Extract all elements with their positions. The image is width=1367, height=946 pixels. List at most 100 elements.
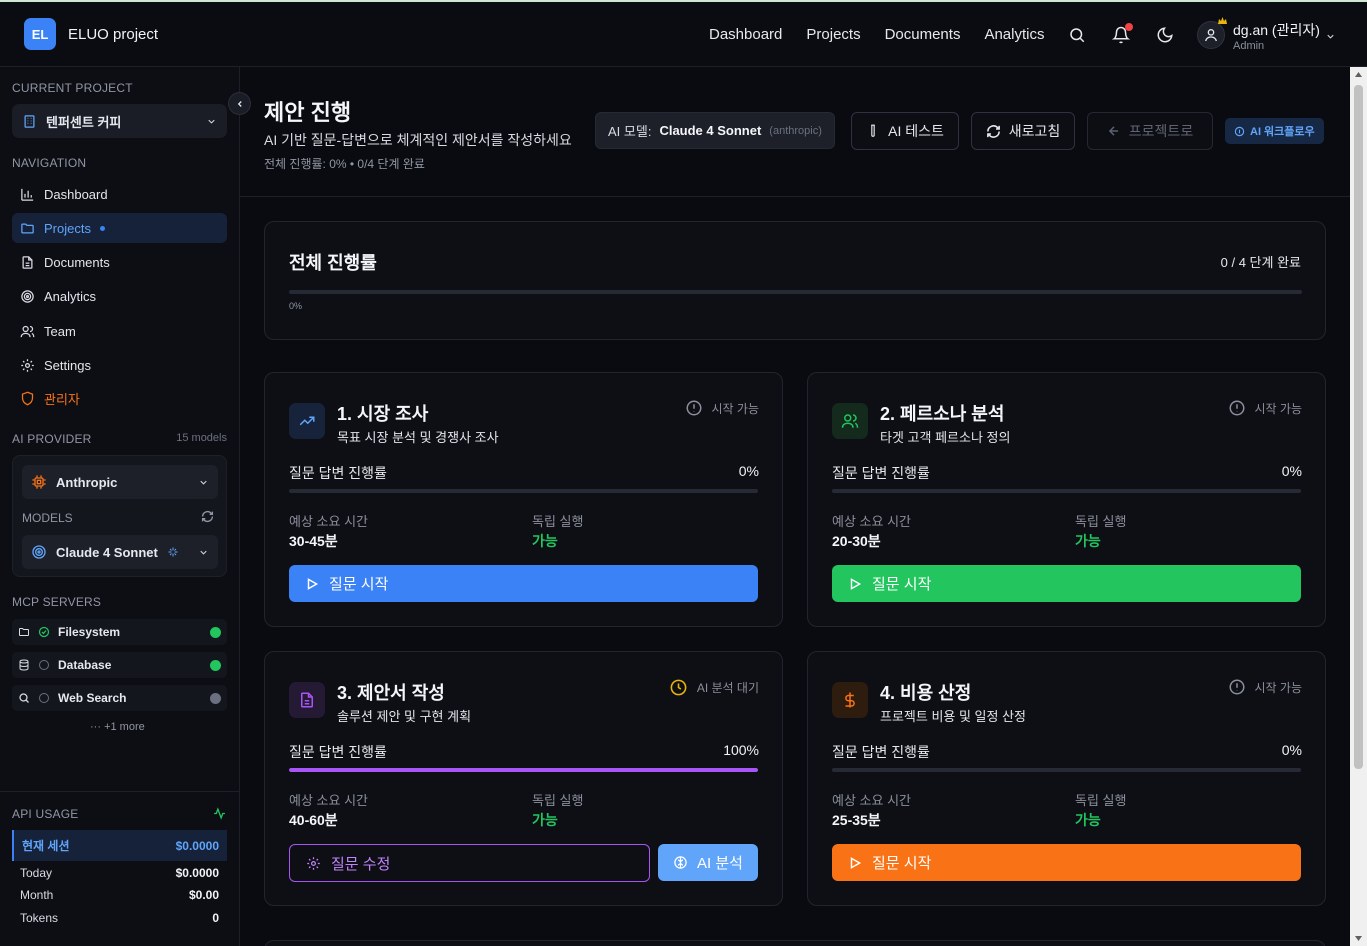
start-questions-button[interactable]: 질문 시작 xyxy=(289,565,758,602)
model-name: Claude 4 Sonnet xyxy=(56,544,158,560)
usage-tokens: Tokens 0 xyxy=(12,907,227,929)
ai-model-pill: AI 모델: Claude 4 Sonnet (anthropic) xyxy=(595,112,835,149)
model-select[interactable]: Claude 4 Sonnet xyxy=(22,535,218,569)
usage-label: Today xyxy=(20,866,53,880)
app-logo[interactable]: EL xyxy=(24,18,56,50)
status-label: 시작 가능 xyxy=(711,401,760,416)
sidebar-item-dashboard[interactable]: Dashboard xyxy=(12,179,227,209)
button-label: 질문 시작 xyxy=(872,855,932,872)
model-value: Claude 4 Sonnet xyxy=(659,123,762,138)
more-label: +1 more xyxy=(104,721,145,733)
sidebar-item-settings[interactable]: Settings xyxy=(12,350,227,380)
scroll-up-arrow-icon[interactable] xyxy=(1355,72,1362,77)
mcp-server-name: Database xyxy=(58,658,112,672)
usage-label: 현재 세션 xyxy=(22,839,70,853)
models-label: MODELS xyxy=(22,511,73,525)
search-icon[interactable] xyxy=(1068,26,1086,44)
play-icon xyxy=(850,856,862,869)
scrollbar-thumb[interactable] xyxy=(1354,85,1363,769)
collapse-sidebar-button[interactable] xyxy=(228,92,251,115)
topnav-documents[interactable]: Documents xyxy=(885,26,961,43)
qa-progress-fill xyxy=(289,768,758,772)
sidebar-item-label: Documents xyxy=(44,254,110,270)
provider-select[interactable]: Anthropic xyxy=(22,465,218,499)
step-description: 타겟 고객 페르소나 정의 xyxy=(880,430,1011,445)
usage-today: Today $0.0000 xyxy=(12,862,227,884)
alert-circle-icon xyxy=(1229,679,1244,695)
step-status: AI 분석 대기 xyxy=(669,678,759,697)
refresh-icon xyxy=(986,124,1000,138)
user-avatar[interactable] xyxy=(1197,21,1225,49)
app-title[interactable]: ELUO project xyxy=(68,26,158,43)
topnav-dashboard[interactable]: Dashboard xyxy=(709,26,782,43)
usage-label: Tokens xyxy=(20,911,59,925)
mcp-server-database[interactable]: Database xyxy=(12,652,227,678)
qa-progress-track xyxy=(832,489,1301,493)
provider-name: Anthropic xyxy=(56,474,118,490)
mcp-server-name: Filesystem xyxy=(58,625,121,639)
alert-circle-icon xyxy=(1229,400,1244,416)
mcp-servers-label: MCP SERVERS xyxy=(12,595,102,609)
step-card-persona: 2. 페르소나 분석 타겟 고객 페르소나 정의 시작 가능 질문 답변 진행률… xyxy=(807,372,1326,627)
project-name: 텐퍼센트 커피 xyxy=(46,114,122,130)
model-key: AI 모델: xyxy=(608,124,652,139)
mcp-more-link[interactable]: ··· +1 more xyxy=(90,721,145,733)
clock-icon xyxy=(670,679,687,696)
project-selector[interactable]: 텐퍼센트 커피 xyxy=(12,104,227,138)
overall-progress-track xyxy=(289,290,1302,294)
scroll-down-arrow-icon[interactable] xyxy=(1355,936,1362,941)
scrollbar[interactable] xyxy=(1350,67,1367,946)
empty-circle-icon xyxy=(39,693,49,703)
more-dots-icon: ··· xyxy=(90,721,101,733)
est-time-label: 예상 소요 시간 xyxy=(289,514,368,529)
step-title: 1. 시장 조사 xyxy=(337,404,429,424)
page-subtitle: AI 기반 질문-답변으로 체계적인 제안서를 작성하세요 xyxy=(264,132,572,148)
step-status: 시작 가능 xyxy=(685,399,760,417)
users-icon xyxy=(20,325,35,337)
sidebar-item-label: 관리자 xyxy=(44,391,80,407)
sidebar-item-admin[interactable]: 관리자 xyxy=(12,383,227,413)
qa-progress-percent: 0% xyxy=(738,463,759,479)
user-name[interactable]: dg.an (관리자) xyxy=(1233,20,1320,40)
ai-workflow-button[interactable]: AI 워크플로우 xyxy=(1225,118,1324,144)
topnav-analytics[interactable]: Analytics xyxy=(984,26,1044,43)
chevron-down-icon[interactable] xyxy=(1325,31,1336,42)
sidebar-item-documents[interactable]: Documents xyxy=(12,247,227,277)
back-to-projects-button[interactable]: 프로젝트로 xyxy=(1087,112,1213,150)
independent-value: 가능 xyxy=(532,533,558,549)
sidebar-item-team[interactable]: Team xyxy=(12,316,227,346)
ai-analysis-button[interactable]: AI 분석 xyxy=(658,844,758,881)
ai-test-button[interactable]: AI 테스트 xyxy=(851,112,959,150)
start-questions-button[interactable]: 질문 시작 xyxy=(832,844,1301,881)
edit-questions-button[interactable]: 질문 수정 xyxy=(289,844,650,882)
chevron-down-icon xyxy=(200,550,207,555)
moon-icon[interactable] xyxy=(1156,26,1174,44)
status-label: AI 분석 대기 xyxy=(696,681,759,695)
button-label: AI 테스트 xyxy=(888,123,944,139)
top-bar: EL ELUO project Dashboard Projects Docum… xyxy=(0,0,1367,67)
est-time-label: 예상 소요 시간 xyxy=(832,793,911,808)
sidebar-item-analytics[interactable]: Analytics xyxy=(12,281,227,311)
alert-circle-icon xyxy=(686,400,701,416)
qa-progress-percent: 0% xyxy=(1281,463,1302,479)
mcp-server-filesystem[interactable]: Filesystem xyxy=(12,619,227,645)
overall-title: 전체 진행률 xyxy=(289,253,377,273)
sidebar-item-projects[interactable]: Projects xyxy=(12,213,227,243)
info-circle-icon xyxy=(1234,126,1245,136)
overall-summary: 0 / 4 단계 완료 xyxy=(1220,255,1301,270)
usage-value: $0.0000 xyxy=(175,838,219,853)
test-tube-icon xyxy=(871,124,875,137)
qa-progress-percent: 100% xyxy=(723,742,759,758)
trending-up-icon xyxy=(289,403,325,439)
usage-value: 0 xyxy=(212,911,219,925)
refresh-button[interactable]: 새로고침 xyxy=(971,112,1075,150)
chevron-left-icon xyxy=(237,100,242,107)
start-questions-button[interactable]: 질문 시작 xyxy=(832,565,1301,602)
refresh-icon[interactable] xyxy=(201,510,214,523)
button-label: 질문 수정 xyxy=(331,855,391,873)
page-title: 제안 진행 xyxy=(264,100,352,125)
document-icon xyxy=(289,682,325,718)
topnav-projects[interactable]: Projects xyxy=(806,26,860,43)
mcp-server-web-search[interactable]: Web Search xyxy=(12,685,227,711)
check-circle-icon xyxy=(38,626,50,638)
